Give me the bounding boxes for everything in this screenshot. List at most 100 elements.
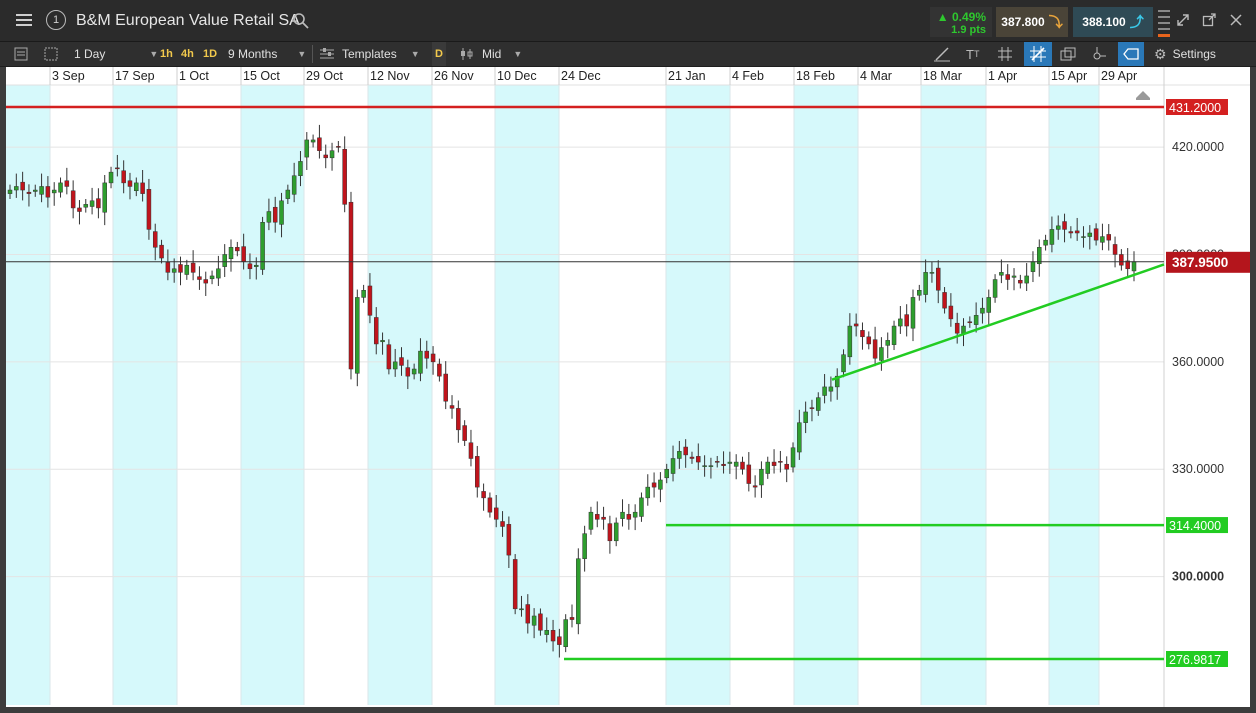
chart-canvas[interactable]: 3 Sep 17 Sep 1 Oct 15 Oct 29 Oct 12 Nov 26 Nov… <box>6 67 1250 707</box>
level-label: 314.4000 <box>1169 519 1221 533</box>
candle-body <box>1068 231 1074 234</box>
d-button[interactable]: D <box>432 42 446 66</box>
candle-body <box>108 171 114 184</box>
candle-body <box>64 180 70 187</box>
candle-body <box>853 323 859 327</box>
candle-body <box>689 456 695 459</box>
range-select[interactable]: 9 Months ▼ <box>228 42 306 66</box>
timeframe-1h[interactable]: 1h <box>160 42 173 66</box>
candle-body <box>1100 236 1105 243</box>
candle-body <box>841 354 846 373</box>
crosshair-grid-icon[interactable] <box>1024 42 1052 66</box>
candle-body <box>1055 225 1061 230</box>
candle-body <box>1074 230 1080 234</box>
period-band <box>368 85 432 705</box>
candle-body <box>33 189 38 192</box>
list-icon[interactable] <box>14 42 28 66</box>
price-marker-icon[interactable] <box>1092 42 1106 66</box>
candle-body <box>752 485 758 488</box>
change-percent: ▲ 0.49% <box>936 10 986 24</box>
interval-select[interactable]: 1 Day ▼ <box>74 42 158 66</box>
candle-body <box>443 373 448 402</box>
candle-body <box>127 180 133 187</box>
expand-icon[interactable] <box>1173 10 1193 30</box>
period-band <box>921 85 986 705</box>
market-depth-icon[interactable] <box>1158 8 1170 38</box>
layout-icon[interactable] <box>44 42 58 66</box>
candle-body <box>329 150 335 159</box>
candle-body <box>26 191 32 194</box>
date-tick-label: 26 Nov <box>434 69 474 83</box>
candle-body <box>670 458 676 474</box>
buy-button[interactable]: 388.100 ⤴ <box>1073 7 1153 37</box>
search-icon[interactable] <box>292 12 310 30</box>
price-tick-label: 420.0000 <box>1172 140 1224 154</box>
templates-button[interactable]: Templates ▼ <box>320 42 420 66</box>
candle-body <box>411 368 417 375</box>
candle-body <box>235 247 240 252</box>
candle-body <box>525 604 531 624</box>
candle-body <box>228 247 234 260</box>
chevron-down-icon: ▼ <box>410 49 420 59</box>
candle-body <box>96 198 101 209</box>
candle-body <box>1018 279 1023 284</box>
candle-body <box>651 482 657 488</box>
candle-body <box>721 463 726 466</box>
candle-body <box>285 189 291 199</box>
price-tick-label: 300.0000 <box>1172 570 1224 584</box>
sell-button[interactable]: 387.800 ⤵ <box>996 7 1068 37</box>
candle-body <box>152 231 158 248</box>
date-tick-label: 1 Oct <box>179 69 209 83</box>
candle-body <box>146 189 152 230</box>
candle-body <box>405 367 411 377</box>
grid-icon[interactable] <box>998 42 1012 66</box>
toolbar-divider <box>312 45 313 63</box>
candle-body <box>475 456 480 488</box>
level-label: 431.2000 <box>1169 101 1221 115</box>
popout-icon[interactable] <box>1199 10 1219 30</box>
candle-body <box>424 350 430 359</box>
price-type-select[interactable]: Mid ▼ <box>460 42 522 66</box>
candle-body <box>891 325 897 345</box>
date-tick-label: 12 Nov <box>370 69 410 83</box>
change-points: 1.9 pts <box>951 24 986 36</box>
candle-body <box>449 405 455 409</box>
close-icon[interactable] <box>1226 10 1246 30</box>
candle-body <box>1024 275 1029 284</box>
templates-icon <box>320 48 334 59</box>
trend-line <box>831 263 1165 381</box>
date-tick-label: 4 Mar <box>860 69 892 83</box>
timeframe-1d[interactable]: 1D <box>203 42 217 66</box>
settings-button[interactable]: ⚙ Settings <box>1154 42 1216 66</box>
candle-body <box>45 186 51 198</box>
instrument-name[interactable]: B&M European Value Retail SA <box>76 12 300 30</box>
candle-body <box>778 461 783 463</box>
candle-body <box>493 507 499 520</box>
candle-body <box>954 322 960 334</box>
text-tool-icon[interactable]: TT <box>966 42 979 66</box>
price-label-icon[interactable] <box>1118 42 1144 66</box>
date-tick-label: 15 Oct <box>243 69 280 83</box>
timeframe-4h[interactable]: 4h <box>181 42 194 66</box>
price-type-label: Mid <box>482 47 502 61</box>
candle-body <box>336 146 341 148</box>
range-label: 9 Months <box>228 47 278 61</box>
candle-body <box>260 222 265 270</box>
candle-body <box>77 207 82 212</box>
candle-body <box>872 339 878 359</box>
candle-body <box>1112 244 1118 255</box>
duplicate-icon[interactable] <box>1060 42 1076 66</box>
candle-body <box>266 211 272 223</box>
candle-body <box>272 206 278 223</box>
info-circle-icon[interactable]: 1 <box>42 6 70 34</box>
chevron-down-icon: ▼ <box>149 49 159 59</box>
hamburger-icon[interactable] <box>10 6 38 34</box>
draw-line-icon[interactable] <box>934 42 950 66</box>
level-label: 276.9817 <box>1169 653 1221 667</box>
candle-body <box>7 189 13 194</box>
candle-body <box>942 292 947 309</box>
templates-label: Templates <box>342 47 397 61</box>
candle-body <box>935 267 941 291</box>
current-price-label: 387.9500 <box>1172 255 1228 270</box>
price-chart[interactable]: 3 Sep 17 Sep 1 Oct 15 Oct 29 Oct 12 Nov 26 Nov… <box>6 67 1250 707</box>
